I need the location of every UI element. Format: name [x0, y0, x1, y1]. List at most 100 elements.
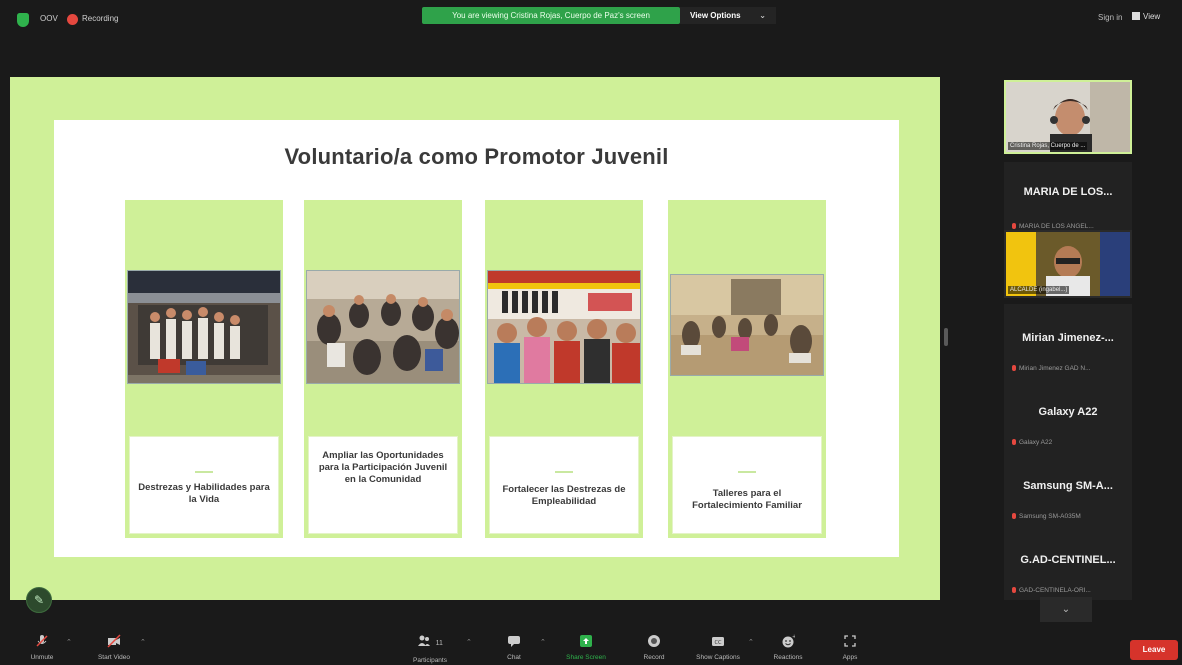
unmute-label: Unmute: [30, 654, 54, 661]
participants-label: Participants: [413, 657, 447, 664]
card-text-box: Talleres para el Fortalecimiento Familia…: [672, 436, 822, 534]
svg-text:+: +: [792, 634, 795, 640]
participants-icon: [418, 635, 431, 646]
captions-cc-icon: CC: [712, 637, 724, 646]
share-screen-label: Share Screen: [566, 654, 606, 661]
meeting-info-label[interactable]: OOV: [40, 13, 58, 25]
chevron-down-icon: ⌄: [1061, 604, 1071, 615]
captions-caret-icon[interactable]: ⌃: [748, 638, 754, 646]
reactions-button[interactable]: + Reactions: [758, 634, 818, 661]
card-label: Destrezas y Habilidades para la Vida: [138, 482, 270, 505]
slide-card: Talleres para el Fortalecimiento Familia…: [668, 200, 826, 538]
muted-mic-icon: [1012, 439, 1016, 445]
participant-name: Mirian Jimenez-...: [1022, 332, 1114, 344]
record-icon: [648, 635, 660, 647]
start-video-button[interactable]: Start Video: [84, 634, 144, 661]
participant-subtitle-text: GAD-CENTINELA-ORI...: [1019, 587, 1091, 594]
participant-tile[interactable]: MARIA DE LOS... MARIA DE LOS ANGEL...: [1004, 162, 1132, 236]
participant-subtitle: GAD-CENTINELA-ORI...: [1012, 587, 1091, 594]
participant-name: MARIA DE LOS...: [1023, 186, 1113, 198]
participant-subtitle: Mirian Jimenez GAD N...: [1012, 365, 1091, 372]
muted-mic-icon: [1012, 513, 1016, 519]
participant-tile[interactable]: Samsung SM-A... Samsung SM-A035M: [1004, 452, 1132, 526]
card-text-box: Fortalecer las Destrezas de Empleabilida…: [489, 436, 639, 534]
shared-screen: Voluntario/a como Promotor Juvenil Destr…: [10, 77, 940, 600]
leave-button[interactable]: Leave: [1130, 640, 1178, 660]
participant-subtitle-text: Galaxy A22: [1019, 439, 1053, 446]
muted-mic-icon: [1012, 223, 1016, 229]
chat-label: Chat: [507, 654, 521, 661]
video-tile[interactable]: ALCALDE (ingabel...): [1004, 230, 1132, 298]
panel-resize-handle[interactable]: [944, 328, 948, 346]
participant-subtitle: Galaxy A22: [1012, 439, 1052, 446]
family-workshop-photo-image: [670, 274, 824, 376]
svg-text:CC: CC: [715, 640, 722, 646]
chevron-down-icon: ⌄: [759, 11, 766, 20]
slide-cards: Destrezas y Habilidades para la Vida Amp…: [125, 200, 826, 538]
participant-tile[interactable]: Mirian Jimenez-... Mirian Jimenez GAD N.…: [1004, 304, 1132, 378]
video-caption: Cristina Rojas, Cuerpo de ...: [1008, 142, 1088, 150]
workshop-circle-photo-image: [306, 270, 460, 384]
audio-options-caret-icon[interactable]: ⌃: [66, 638, 72, 646]
sign-in-link[interactable]: Sign in: [1098, 13, 1122, 22]
presentation-slide: Voluntario/a como Promotor Juvenil Destr…: [54, 120, 899, 557]
divider: [738, 471, 756, 473]
scroll-down-button[interactable]: ⌄: [1040, 597, 1092, 622]
recording-label: Recording: [82, 14, 119, 23]
zoom-window: OOV Recording You are viewing Cristina R…: [0, 0, 1182, 665]
chat-button[interactable]: Chat: [484, 634, 544, 661]
unmute-button[interactable]: Unmute: [12, 634, 72, 661]
chat-bubble-icon: [508, 636, 520, 647]
start-video-label: Start Video: [97, 654, 131, 661]
chat-caret-icon[interactable]: ⌃: [540, 638, 546, 646]
apps-button[interactable]: Apps: [820, 634, 880, 661]
participants-count: 11: [435, 640, 443, 647]
video-tile-active-speaker[interactable]: Cristina Rojas, Cuerpo de ...: [1004, 80, 1132, 154]
show-captions-label: Show Captions: [696, 654, 740, 661]
participant-subtitle-text: Mirian Jimenez GAD N...: [1019, 365, 1091, 372]
card-text-box: Ampliar las Oportunidades para la Partic…: [308, 436, 458, 534]
apps-icon: [844, 635, 856, 647]
video-options-caret-icon[interactable]: ⌃: [140, 638, 146, 646]
divider: [195, 471, 213, 473]
participant-name: G.AD-CENTINEL...: [1020, 554, 1116, 566]
video-caption: ALCALDE (ingabel...): [1008, 286, 1070, 294]
view-label: View: [1143, 12, 1161, 21]
card-label: Ampliar las Oportunidades para la Partic…: [318, 450, 448, 485]
slide-card: Ampliar las Oportunidades para la Partic…: [304, 200, 462, 538]
participant-subtitle-text: Samsung SM-A035M: [1019, 513, 1081, 520]
record-label: Record: [643, 654, 665, 661]
view-options-label: View Options: [690, 11, 741, 20]
card-text-box: Destrezas y Habilidades para la Vida: [129, 436, 279, 534]
participant-subtitle-text: MARIA DE LOS ANGEL...: [1019, 223, 1094, 230]
view-options-button[interactable]: View Options ⌄: [680, 7, 776, 24]
record-button[interactable]: Record: [624, 634, 684, 661]
slide-title: Voluntario/a como Promotor Juvenil: [284, 144, 669, 169]
participant-subtitle: Samsung SM-A035M: [1012, 513, 1081, 520]
participant-tile[interactable]: Galaxy A22 Galaxy A22: [1004, 378, 1132, 452]
muted-mic-icon: [1012, 365, 1016, 371]
participants-icon-wrap: 11: [417, 634, 443, 653]
apps-label: Apps: [842, 654, 858, 661]
slide-card: Fortalecer las Destrezas de Empleabilida…: [485, 200, 643, 538]
participant-subtitle: MARIA DE LOS ANGEL...: [1012, 223, 1094, 230]
annotate-pencil-button[interactable]: ✎: [26, 587, 52, 613]
view-button[interactable]: View: [1132, 12, 1160, 21]
grid-view-icon: [1132, 12, 1140, 20]
reactions-smiley-icon: +: [782, 634, 795, 648]
participants-button[interactable]: 11 Participants: [400, 634, 460, 664]
share-screen-button[interactable]: Share Screen: [556, 634, 616, 661]
youth-group-photo-image: [487, 270, 641, 384]
pencil-icon: ✎: [33, 593, 45, 607]
group-photo-image: [127, 270, 281, 384]
viewing-screen-banner: You are viewing Cristina Rojas, Cuerpo d…: [422, 7, 680, 24]
participant-tile[interactable]: G.AD-CENTINEL... GAD-CENTINELA-ORI...: [1004, 526, 1132, 600]
show-captions-button[interactable]: CC Show Captions: [688, 634, 748, 661]
participant-name: Samsung SM-A...: [1023, 480, 1113, 492]
participants-caret-icon[interactable]: ⌃: [466, 638, 472, 646]
security-shield-icon[interactable]: [17, 13, 29, 27]
top-bar: OOV Recording You are viewing Cristina R…: [0, 0, 1182, 40]
card-label: Fortalecer las Destrezas de Empleabilida…: [502, 484, 626, 507]
card-label: Talleres para el Fortalecimiento Familia…: [692, 488, 802, 511]
divider: [555, 471, 573, 473]
